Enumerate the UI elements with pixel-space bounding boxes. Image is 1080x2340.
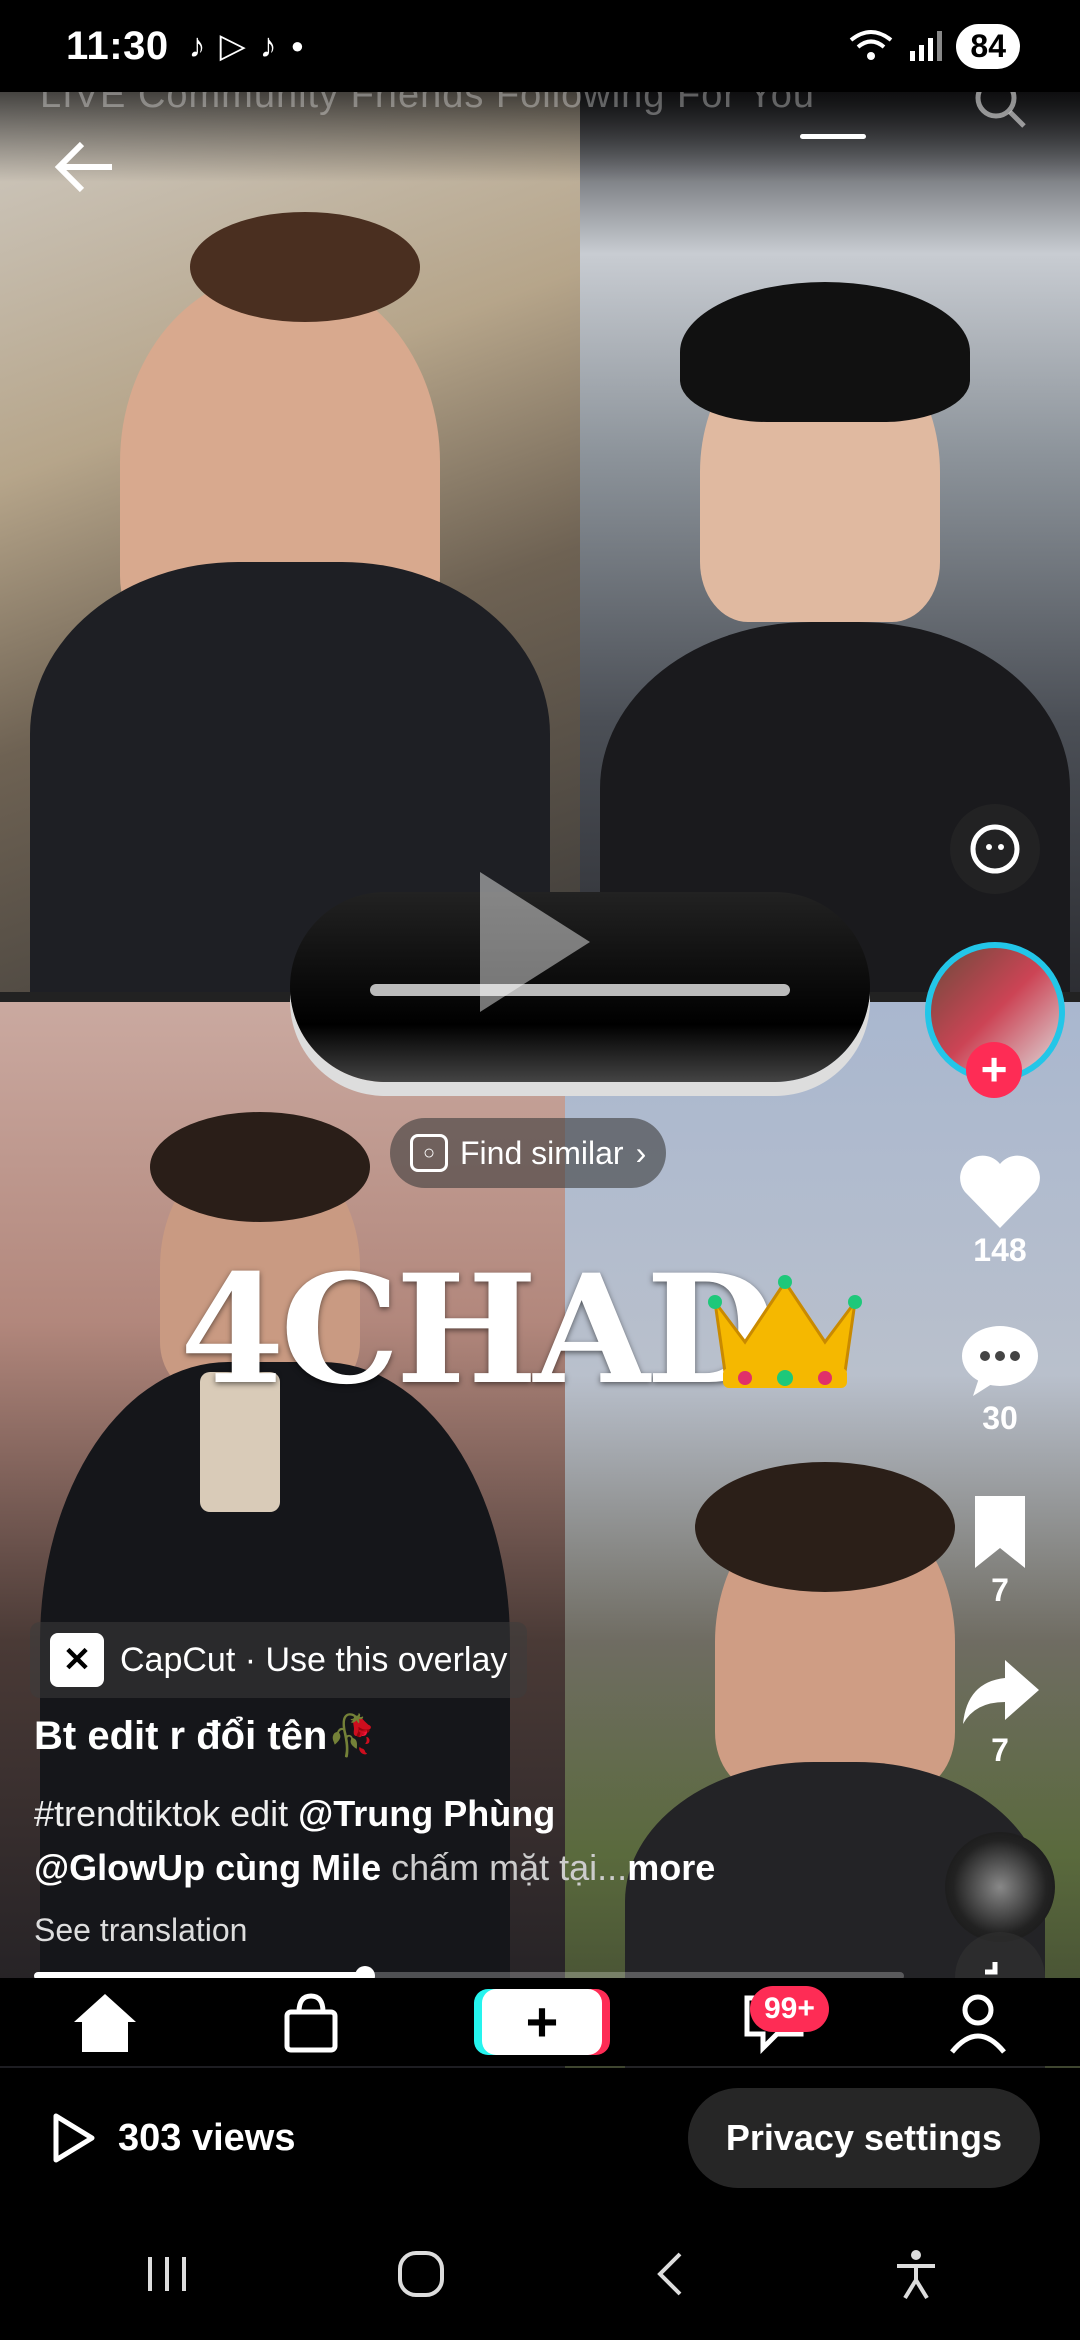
- comment-icon: [962, 1326, 1038, 1396]
- status-bar: 11:30 ♪ ▷ ♪ ● 84: [0, 0, 1080, 92]
- mention-link[interactable]: @Trung Phùng: [298, 1793, 555, 1834]
- feed-tabs[interactable]: LIVE Community Friends Following For You: [40, 92, 815, 117]
- accessibility-icon[interactable]: [893, 2248, 939, 2300]
- home-icon[interactable]: [70, 1990, 140, 2054]
- find-similar-label: Find similar: [460, 1134, 624, 1171]
- comment-button[interactable]: 30: [940, 1320, 1060, 1437]
- music-disc[interactable]: [945, 1832, 1055, 1942]
- battery-indicator: 84: [956, 23, 1020, 69]
- person-figure: [695, 1462, 955, 1592]
- scan-icon: ○: [410, 1134, 448, 1172]
- more-link[interactable]: more: [627, 1847, 715, 1888]
- share-icon: [963, 1660, 1039, 1724]
- see-translation-link[interactable]: See translation: [34, 1912, 247, 1949]
- video-description: #trendtiktok edit @Trung Phùng @GlowUp c…: [34, 1787, 894, 1895]
- capcut-template-link[interactable]: ✕ CapCut · Use this overlay: [30, 1622, 528, 1698]
- hashtag-text[interactable]: #trendtiktok edit: [34, 1793, 288, 1834]
- find-similar-button[interactable]: ○ Find similar ›: [390, 1118, 667, 1188]
- overlay-title: 4CHAD: [180, 1242, 776, 1418]
- tiktok-bottom-nav: +: [0, 1978, 1080, 2066]
- like-button[interactable]: 148: [940, 1152, 1060, 1269]
- capcut-icon: ✕: [50, 1633, 104, 1687]
- person-figure: [150, 1112, 370, 1222]
- back-arrow-icon[interactable]: [50, 132, 120, 202]
- signal-icon: [910, 31, 943, 61]
- person-figure: [190, 212, 420, 322]
- shop-icon[interactable]: [279, 1990, 343, 2054]
- bookmark-icon: [975, 1496, 1025, 1568]
- crown-emoji: [708, 1275, 862, 1388]
- video-player[interactable]: LIVE Community Friends Following For You…: [0, 92, 1080, 2068]
- privacy-settings-button[interactable]: Privacy settings: [687, 2088, 1040, 2188]
- inbox-badge: 99+: [750, 1986, 829, 2032]
- chevron-right-icon: ›: [635, 1134, 647, 1171]
- active-tab-indicator: [800, 134, 866, 139]
- save-button[interactable]: 7: [940, 1492, 1060, 1609]
- notification-icons: ♪ ▷ ♪ ●: [189, 26, 304, 66]
- system-nav-bar: [0, 2208, 1080, 2340]
- views-count[interactable]: 303 views: [50, 2112, 295, 2164]
- views-label: 303 views: [118, 2116, 296, 2159]
- views-bar: 303 views Privacy settings: [0, 2068, 1080, 2208]
- wifi-icon: [850, 30, 893, 60]
- play-icon[interactable]: [480, 872, 590, 1012]
- share-count: 7: [991, 1732, 1009, 1768]
- status-right: 84: [848, 23, 1020, 69]
- video-caption-title: Bt edit r đổi tên🥀: [34, 1714, 378, 1758]
- status-time: 11:30: [66, 23, 169, 68]
- home-nav-icon[interactable]: [395, 2248, 447, 2300]
- recent-apps-icon[interactable]: [142, 2251, 192, 2297]
- like-count: 148: [973, 1232, 1027, 1268]
- heart-icon: [960, 1155, 1040, 1228]
- comment-count: 30: [982, 1400, 1018, 1436]
- dot-icon: ●: [290, 33, 305, 58]
- mention-link[interactable]: @GlowUp cùng Mile: [34, 1847, 381, 1888]
- capcut-label: CapCut · Use this overlay: [120, 1640, 508, 1679]
- tiktok-icon: ♪: [188, 26, 206, 65]
- action-rail: 148 30 7 7: [940, 92, 1080, 2068]
- description-tail: chấm mặt tại...: [381, 1847, 628, 1888]
- profile-icon[interactable]: [946, 1990, 1010, 2054]
- screen: 11:30 ♪ ▷ ♪ ● 84 LIVE Community Friends …: [0, 0, 1080, 2340]
- tiktok-icon: ♪: [259, 26, 277, 65]
- back-nav-icon[interactable]: [650, 2248, 690, 2300]
- share-button[interactable]: 7: [940, 1652, 1060, 1769]
- play-outline-icon: [53, 2113, 95, 2163]
- save-count: 7: [991, 1572, 1009, 1608]
- play-store-icon: ▷: [219, 27, 246, 65]
- video-panel-top-left: [0, 92, 580, 992]
- person-figure: [680, 282, 970, 422]
- create-button[interactable]: +: [481, 1989, 602, 2055]
